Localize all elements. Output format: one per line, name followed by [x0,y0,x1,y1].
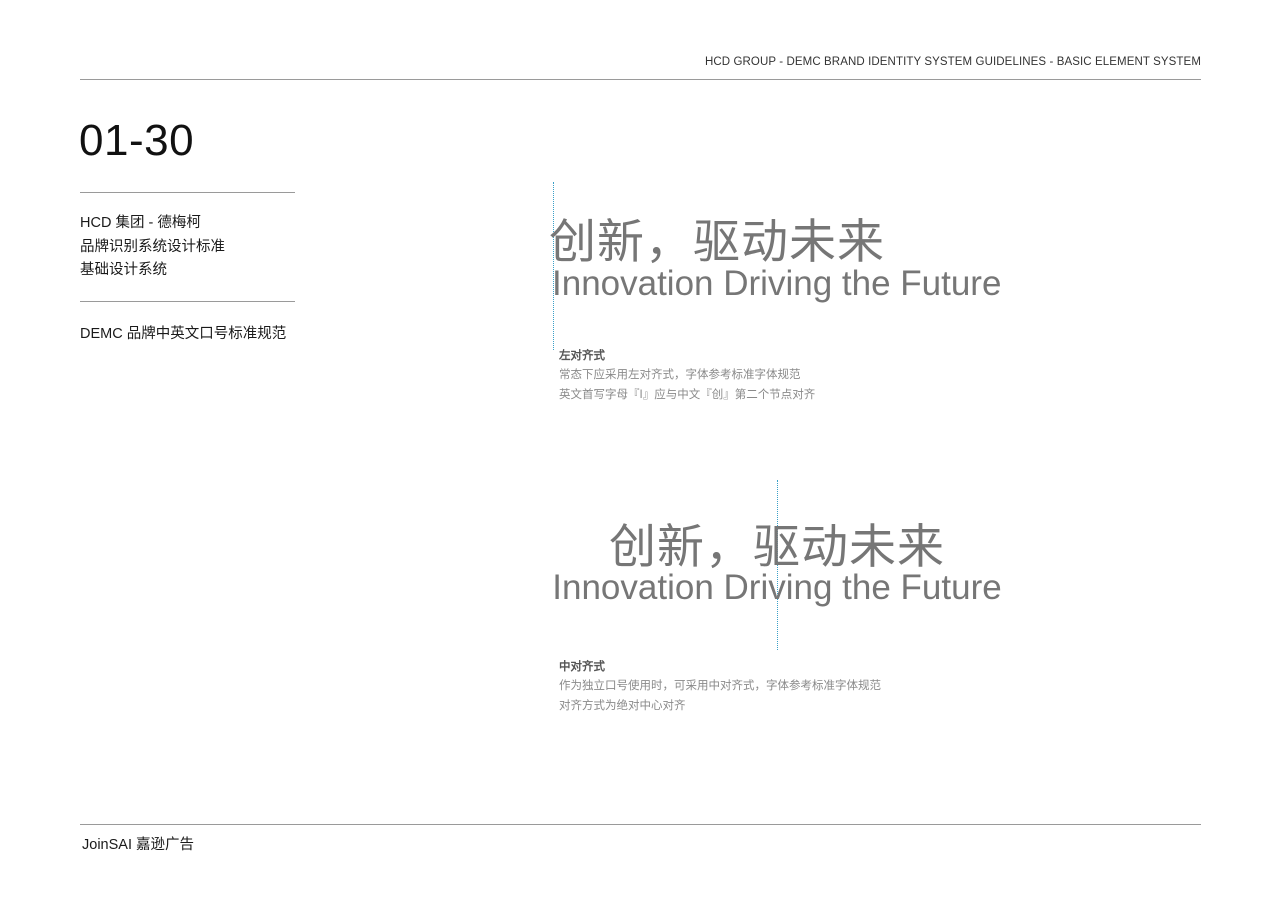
left-align-note: 左对齐式 常态下应采用左对齐式，字体参考标准字体规范 英文首写字母『I』应与中文… [559,347,815,405]
footer-divider [80,824,1201,825]
document-header-title: HCD GROUP - DEMC BRAND IDENTITY SYSTEM G… [704,56,1201,68]
note-line: 英文首写字母『I』应与中文『创』第二个节点对齐 [559,388,816,401]
note-line: 作为独立口号使用时，可采用中对齐式，字体参考标准字体规范 [559,680,881,692]
slogan-english-left: Innovation Driving the Future [552,264,1002,303]
header-divider [80,79,1201,80]
sidebar-section-title: DEMC 品牌中英文口号标准规范 [80,326,287,342]
note-line: 对齐方式为绝对中心对齐 [559,699,686,712]
slogan-chinese-left: 创新，驱动未来 [549,215,885,268]
sidebar-divider-top [80,192,295,193]
sidebar-divider-bottom [80,301,295,302]
slogan-chinese-center: 创新，驱动未来 [609,520,945,573]
footer-brand-logo: JoinSAI 嘉逊广告 [82,837,194,853]
note-line: 常态下应采用左对齐式，字体参考标准字体规范 [559,369,801,381]
sidebar-title-line: 品牌识别系统设计标准 [80,238,225,255]
center-align-note: 中对齐式 作为独立口号使用时，可采用中对齐式，字体参考标准字体规范 对齐方式为绝… [559,658,881,716]
note-title: 左对齐式 [559,350,605,362]
note-title: 中对齐式 [559,661,605,673]
page-number: 01-30 [79,116,195,165]
sidebar-title: HCD 集团 - 德梅柯 品牌识别系统设计标准 基础设计系统 [80,212,225,283]
sidebar-title-line: 基础设计系统 [80,262,167,278]
sidebar-title-line: HCD 集团 - 德梅柯 [80,215,201,231]
slogan-english-center: Innovation Driving the Future [552,568,1002,607]
